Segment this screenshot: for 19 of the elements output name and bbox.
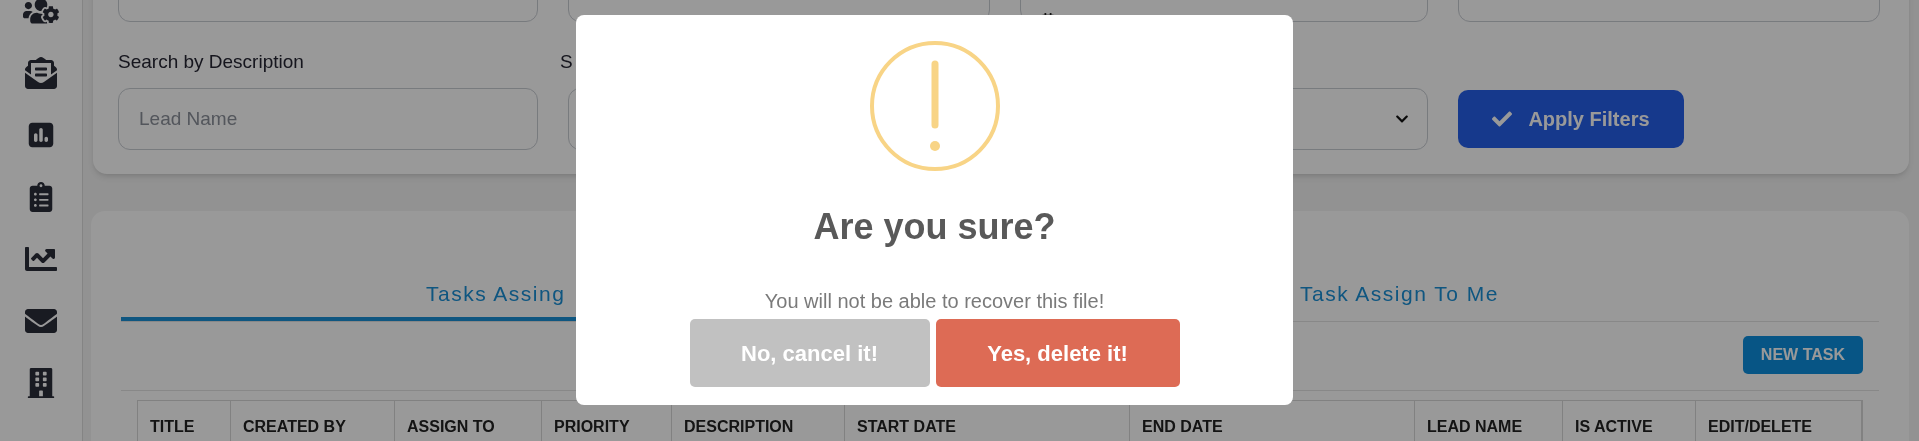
cancel-button[interactable]: No, cancel it! — [689, 319, 930, 387]
column-header: TITLE — [138, 401, 231, 441]
dialog-title: Are you sure? — [813, 205, 1056, 249]
new-task-button[interactable]: NEW TASK — [1742, 336, 1863, 374]
column-header: IS ACTIVE — [1563, 401, 1696, 441]
building-icon[interactable] — [26, 368, 56, 398]
column-header: CREATED BY — [231, 401, 395, 441]
open-envelope-icon[interactable] — [25, 57, 57, 89]
warning-icon — [868, 40, 1001, 172]
description-field[interactable]: Lead Name — [118, 88, 538, 150]
field-label: S — [560, 50, 574, 74]
column-header: EDIT/DELETE — [1696, 401, 1862, 441]
column-header: ASSIGN TO — [395, 401, 542, 441]
apply-filters-button[interactable]: Apply Filters — [1458, 90, 1684, 148]
column-header: LEAD NAME — [1415, 401, 1563, 441]
field-label: Search by Description — [118, 50, 305, 74]
delete-button[interactable]: Yes, delete it! — [935, 319, 1180, 387]
bar-chart-icon[interactable] — [27, 121, 55, 149]
check-icon — [1492, 109, 1513, 129]
